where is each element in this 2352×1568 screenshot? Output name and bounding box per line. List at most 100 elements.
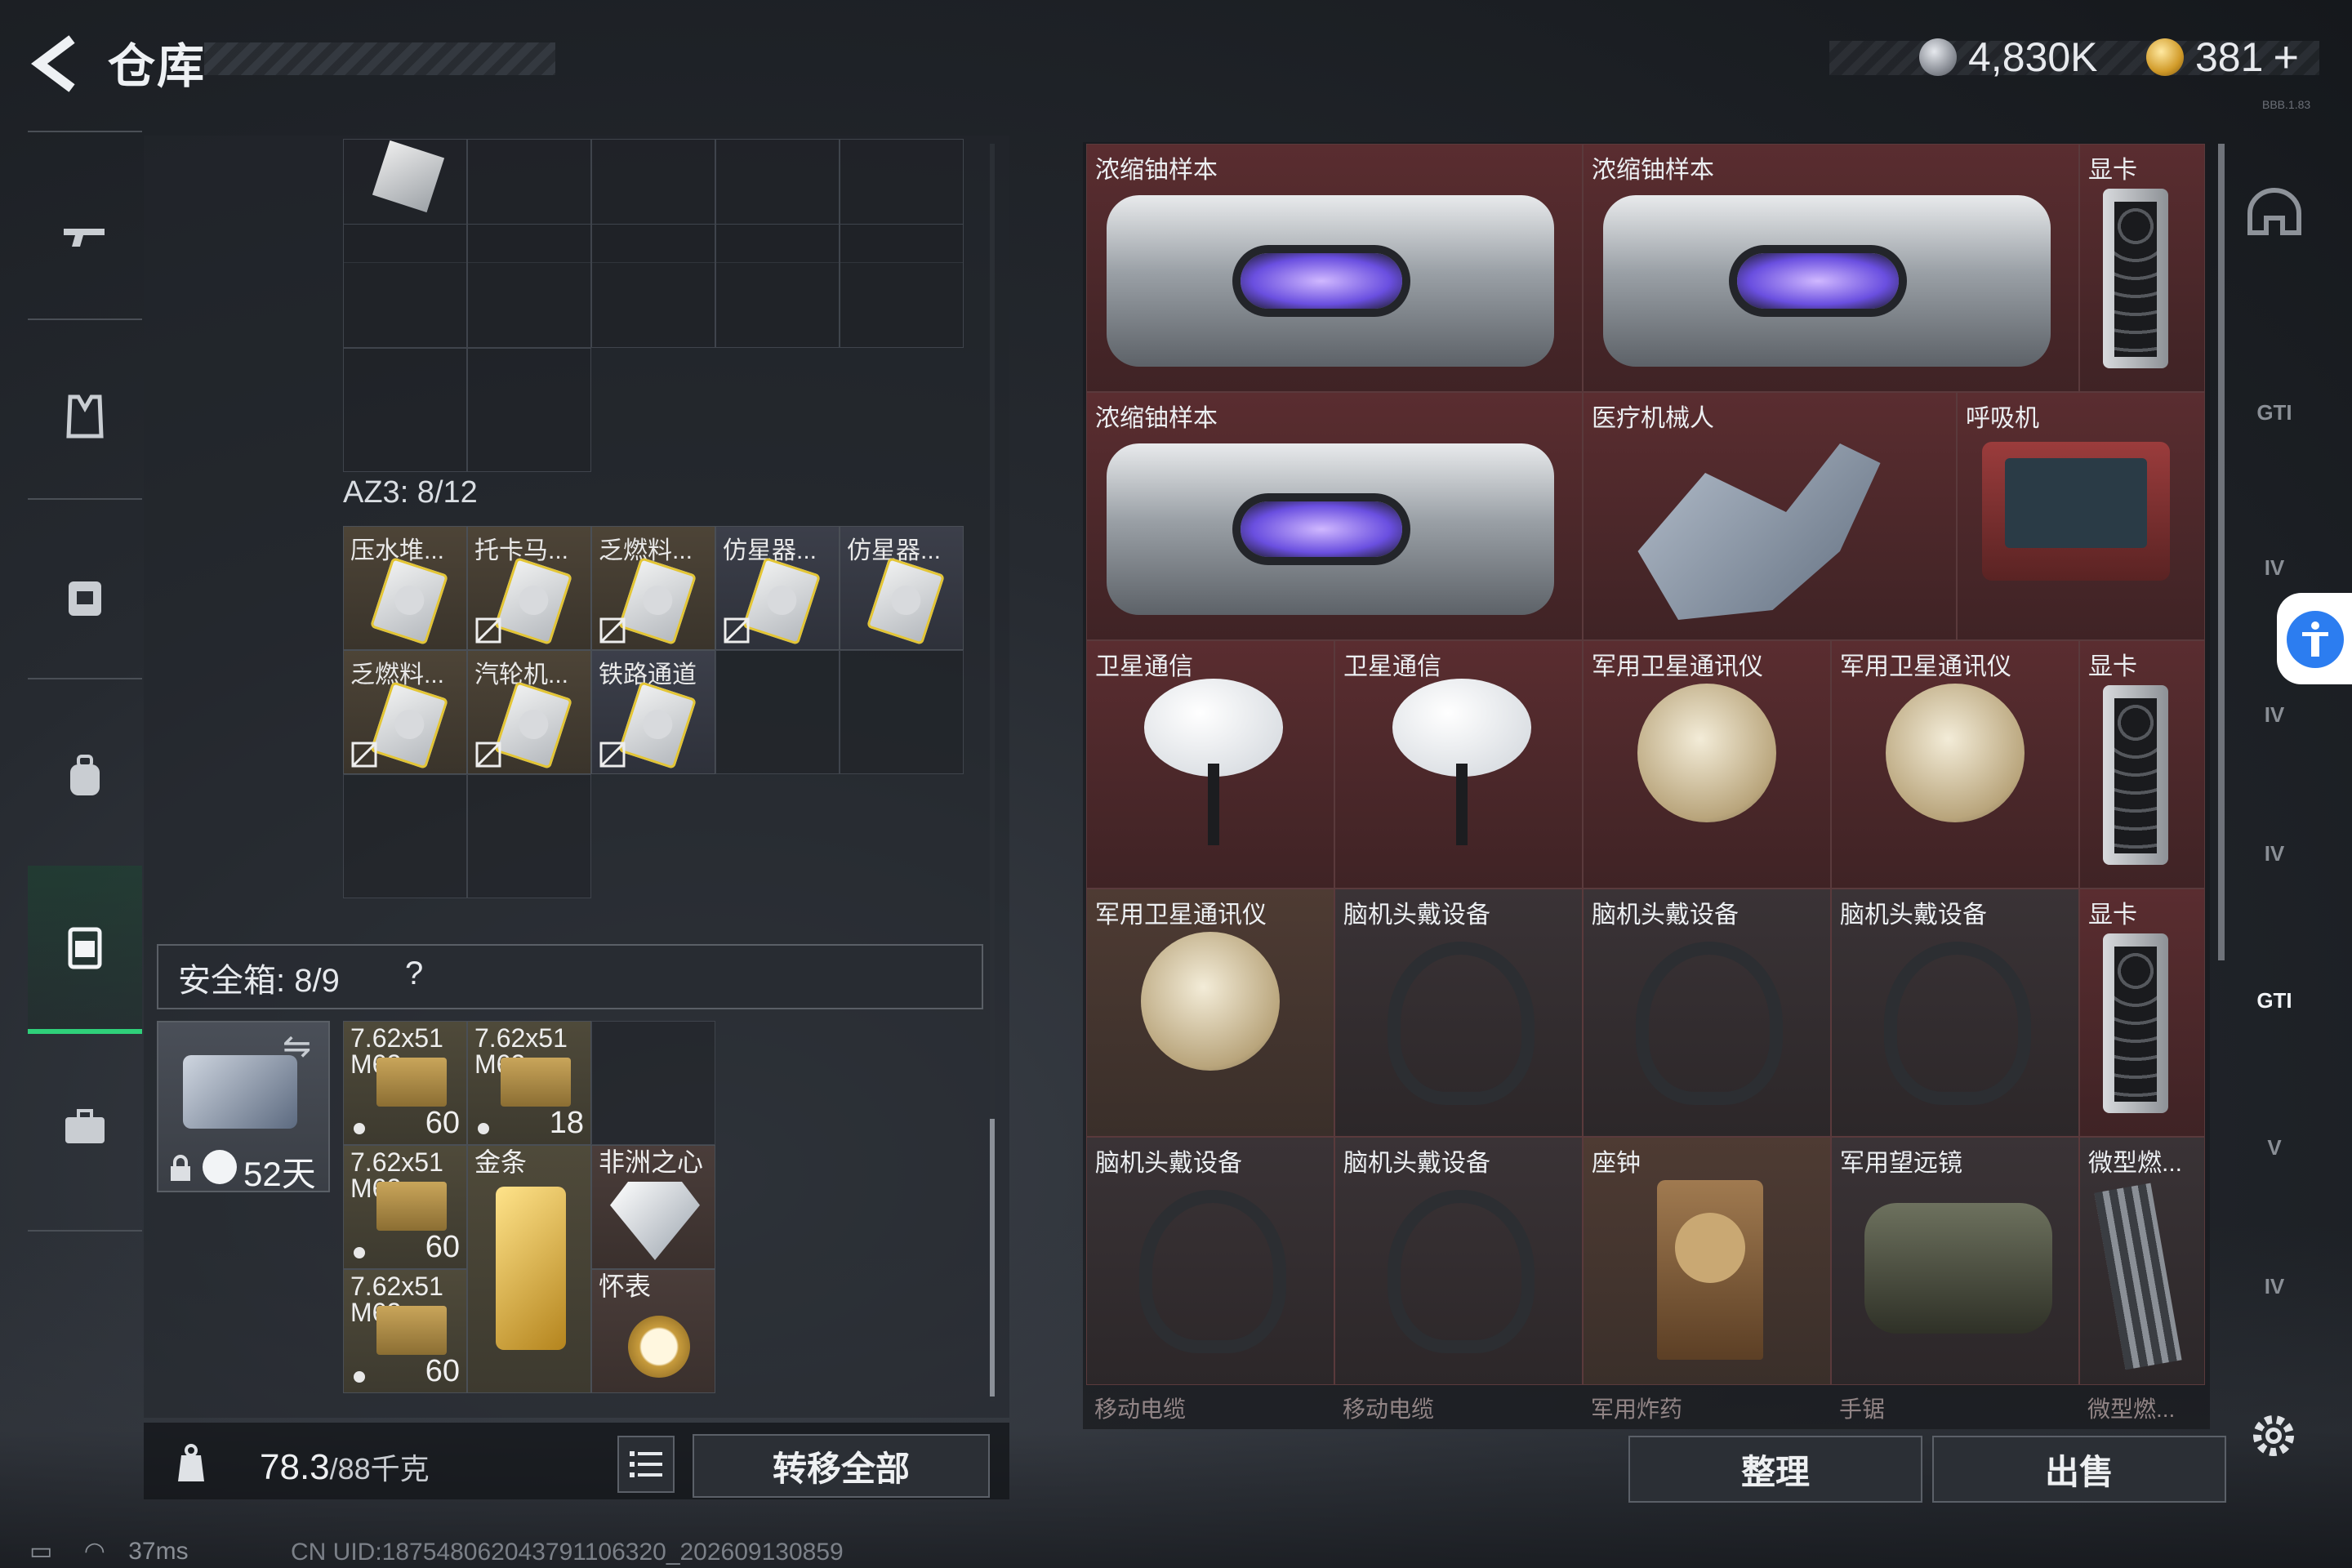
grid-cell[interactable] [591,1021,715,1145]
item-name: 显卡 [2088,653,2137,680]
rail-briefcase[interactable] [28,1045,142,1209]
item-name: 脑机头戴设备 [1840,902,1987,929]
uranium-canister-icon [1107,443,1554,615]
gold-currency: 381 + [2146,31,2299,83]
grid-cell[interactable] [343,774,467,898]
gem-item[interactable]: 非洲之心 [591,1145,715,1269]
inventory-item[interactable]: 医疗机械人 [1583,392,1957,640]
item-name: 军用望远镜 [1840,1150,1962,1177]
status-dot [354,1247,365,1258]
tier-tag: GTI [2256,987,2292,1013]
grid-cell[interactable] [840,224,964,348]
satellite-dish-icon [1144,679,1283,777]
inventory-item[interactable]: 呼吸机 [1957,392,2205,640]
inventory-item[interactable]: 脑机头戴设备 [1086,1137,1334,1385]
inventory-item[interactable]: 脑机头戴设备 [1583,889,1831,1137]
inventory-item[interactable]: 脑机头戴设备 [1831,889,2079,1137]
add-currency-button[interactable]: + [2273,32,2299,82]
help-button[interactable]: ? [405,956,423,992]
grid-cell[interactable] [715,650,840,774]
rail-slot-iv[interactable]: IV [2238,1241,2311,1331]
inventory-item[interactable]: 脑机头戴设备 [1334,889,1583,1137]
keycard-icon [617,557,697,645]
clock-icon [203,1150,237,1184]
az3-item[interactable]: 乏燃料... [591,526,715,650]
inventory-item[interactable]: 脑机头戴设备 [1334,1137,1583,1385]
inventory-item[interactable]: 卫星通信 [1334,640,1583,889]
brain-headset-icon [1388,1190,1535,1353]
ammo-item[interactable]: 7.62x51 M62 60 [343,1145,467,1269]
grid-cell[interactable] [840,650,964,774]
grid-cell[interactable] [591,224,715,348]
grid-cell[interactable] [343,224,467,348]
rail-backpack[interactable] [28,694,142,858]
storage-scrollbar-thumb[interactable] [990,1119,995,1396]
inventory-item[interactable]: 浓缩铀样本 [1086,392,1583,640]
rail-divider [28,678,142,679]
build-tag: BBB.1.83 [2262,98,2311,111]
az3-item[interactable]: 乏燃料... [343,650,467,774]
back-arrow-icon[interactable] [24,31,90,96]
sell-button[interactable]: 出售 [1932,1436,2226,1503]
inventory-scrollbar[interactable] [2218,144,2225,960]
az3-item[interactable]: 汽轮机... [467,650,591,774]
ammo-item[interactable]: 7.62x51 M62 18 [467,1021,591,1145]
brain-headset-icon [1636,942,1783,1105]
pocket-watch-item[interactable]: 怀表 [591,1269,715,1393]
az3-item[interactable]: 仿星器... [715,526,840,650]
brain-headset-icon [1388,942,1535,1105]
inventory-item[interactable]: 军用卫星通讯仪 [1583,640,1831,889]
rail-slot-iv[interactable]: IV [2238,808,2311,898]
satellite-dish-icon [1392,679,1531,777]
rail-slot-gti-active[interactable]: GTI [2238,956,2311,1045]
inventory-item[interactable]: 显卡 [2079,144,2205,392]
inventory-item[interactable]: 军用望远镜 [1831,1137,2079,1385]
carry-weight: 78.3/88千克 [260,1446,430,1488]
inventory-item[interactable]: 显卡 [2079,889,2205,1137]
transfer-all-button[interactable]: 转移全部 [693,1434,990,1498]
arrange-button[interactable]: 整理 [1628,1436,1922,1503]
gold-bar-item[interactable]: 金条 [467,1145,591,1393]
inventory-item[interactable]: 军用卫星通讯仪 [1086,889,1334,1137]
item-name: 医疗机械人 [1592,405,1714,432]
swap-icon[interactable]: ⇋ [283,1026,311,1066]
grid-cell[interactable] [343,348,467,472]
inventory-item[interactable]: 座钟 [1583,1137,1831,1385]
inventory-item[interactable]: 微型燃... [2079,1137,2205,1385]
keycard-icon [617,681,697,769]
ping-value: 37ms [128,1538,189,1565]
tripod-icon [1208,764,1219,845]
rail-armor[interactable] [28,335,142,498]
uranium-canister-icon [1603,195,2051,367]
inventory-item[interactable]: 显卡 [2079,640,2205,889]
inventory-item[interactable]: 军用卫星通讯仪 [1831,640,2079,889]
grid-cell[interactable] [467,774,591,898]
az3-item[interactable]: 铁路通道 [591,650,715,774]
settings-gear-icon[interactable] [2247,1410,2300,1462]
inventory-item[interactable]: 浓缩铀样本 [1086,144,1583,392]
rail-helmet[interactable] [2238,172,2311,261]
ammo-item[interactable]: 7.62x51 M62 60 [343,1021,467,1145]
az3-item[interactable]: 仿星器... [840,526,964,650]
no-insure-icon [475,742,501,768]
tripod-icon [1456,764,1468,845]
brain-headset-icon [1884,942,2031,1105]
rail-slot-v[interactable]: V [2238,1102,2311,1192]
inventory-item[interactable]: 浓缩铀样本 [1583,144,2079,392]
az3-item[interactable]: 托卡马... [467,526,591,650]
rail-safe-box[interactable] [28,866,142,1034]
rail-weapon[interactable] [28,155,142,318]
ammo-item[interactable]: 7.62x51 M62 60 [343,1269,467,1393]
gold-bar-icon [496,1187,566,1350]
ammo-box-icon [501,1058,571,1107]
rail-chest-rig[interactable] [28,514,142,678]
grid-cell[interactable] [467,348,591,472]
list-view-button[interactable] [617,1436,675,1493]
item-name: 卫星通信 [1095,653,1193,680]
item-count: 60 [425,1230,460,1264]
grid-cell[interactable] [467,224,591,348]
rail-slot-gti[interactable]: GTI [2238,368,2311,457]
inventory-item[interactable]: 卫星通信 [1086,640,1334,889]
grid-cell[interactable] [715,224,840,348]
az3-item[interactable]: 压水堆... [343,526,467,650]
